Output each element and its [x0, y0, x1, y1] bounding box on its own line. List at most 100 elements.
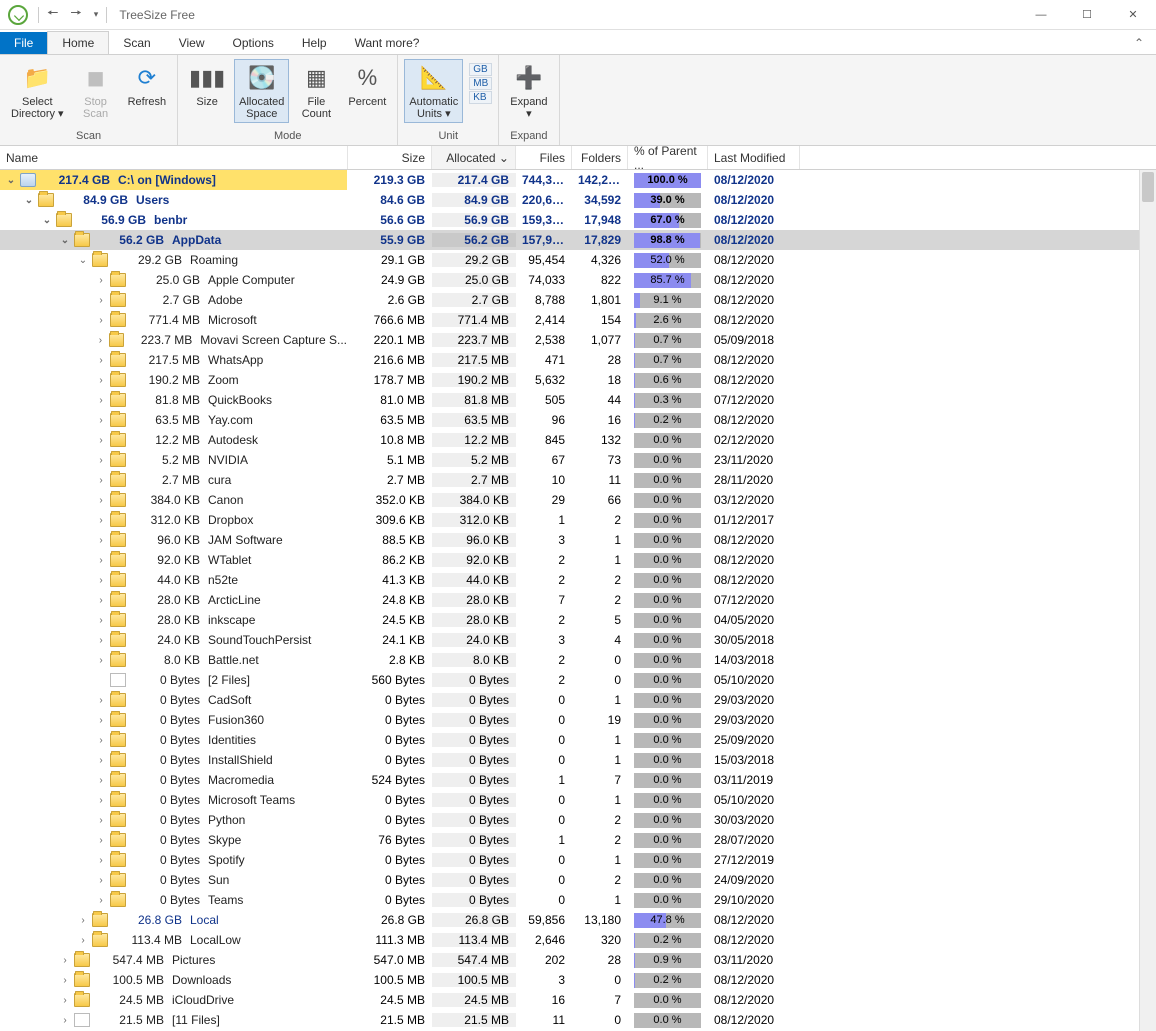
expand-icon[interactable]: ›: [94, 415, 108, 426]
tab-file[interactable]: File: [0, 32, 47, 54]
tree-row[interactable]: ›0 BytesMacromedia524 Bytes0 Bytes170.0 …: [0, 770, 1156, 790]
back-icon[interactable]: 🠔: [43, 4, 62, 26]
tree-row[interactable]: ›2.7 GBAdobe2.6 GB2.7 GB8,7881,8019.1 %0…: [0, 290, 1156, 310]
expand-icon[interactable]: ›: [94, 695, 108, 706]
tree-row[interactable]: ›0 BytesPython0 Bytes0 Bytes020.0 %30/03…: [0, 810, 1156, 830]
close-button[interactable]: ✕: [1110, 0, 1156, 30]
col-modified[interactable]: Last Modified: [708, 146, 800, 169]
expand-icon[interactable]: ›: [94, 455, 108, 466]
unit-mb-button[interactable]: MB: [469, 77, 492, 90]
tree-row[interactable]: ›81.8 MBQuickBooks81.0 MB81.8 MB505440.3…: [0, 390, 1156, 410]
col-allocated[interactable]: Allocated ⌄: [432, 146, 516, 169]
tree-row[interactable]: ⌄217.4 GBC:\ on [Windows]219.3 GB217.4 G…: [0, 170, 1156, 190]
expand-icon[interactable]: ›: [94, 875, 108, 886]
minimize-button[interactable]: —: [1018, 0, 1064, 30]
tree-row[interactable]: ›96.0 KBJAM Software88.5 KB96.0 KB310.0 …: [0, 530, 1156, 550]
maximize-button[interactable]: ☐: [1064, 0, 1110, 30]
tree-row[interactable]: ›190.2 MBZoom178.7 MB190.2 MB5,632180.6 …: [0, 370, 1156, 390]
expand-icon[interactable]: ›: [94, 895, 108, 906]
expand-icon[interactable]: ›: [94, 515, 108, 526]
expand-icon[interactable]: ›: [94, 315, 108, 326]
col-files[interactable]: Files: [516, 146, 572, 169]
vertical-scrollbar[interactable]: [1139, 170, 1156, 1031]
expand-icon[interactable]: ›: [58, 975, 72, 986]
expand-icon[interactable]: ›: [94, 815, 108, 826]
tree-row[interactable]: ›26.8 GBLocal26.8 GB26.8 GB59,85613,1804…: [0, 910, 1156, 930]
select-directory-button[interactable]: 📁Select Directory ▾: [6, 59, 69, 123]
tree-row[interactable]: ›28.0 KBinkscape24.5 KB28.0 KB250.0 %04/…: [0, 610, 1156, 630]
qat-dropdown-icon[interactable]: ▾: [90, 9, 103, 20]
expand-icon[interactable]: ›: [58, 1015, 72, 1026]
tab-scan[interactable]: Scan: [109, 32, 164, 54]
tab-want-more-[interactable]: Want more?: [341, 32, 434, 54]
expand-icon[interactable]: ›: [94, 715, 108, 726]
col-size[interactable]: Size: [348, 146, 432, 169]
tree-row[interactable]: ›0 BytesCadSoft0 Bytes0 Bytes010.0 %29/0…: [0, 690, 1156, 710]
expand-icon[interactable]: ›: [94, 375, 108, 386]
collapse-icon[interactable]: ⌄: [4, 175, 18, 186]
expand-icon[interactable]: ›: [58, 995, 72, 1006]
file-count-button[interactable]: ▦File Count: [293, 59, 339, 123]
tree-row[interactable]: ·0 Bytes[2 Files]560 Bytes0 Bytes200.0 %…: [0, 670, 1156, 690]
tree-row[interactable]: ›44.0 KBn52te41.3 KB44.0 KB220.0 %08/12/…: [0, 570, 1156, 590]
collapse-icon[interactable]: ⌄: [22, 195, 36, 206]
tree-row[interactable]: ›771.4 MBMicrosoft766.6 MB771.4 MB2,4141…: [0, 310, 1156, 330]
collapse-ribbon-icon[interactable]: ⌃: [1122, 32, 1156, 54]
tree-row[interactable]: ›5.2 MBNVIDIA5.1 MB5.2 MB67730.0 %23/11/…: [0, 450, 1156, 470]
tree-row[interactable]: ›0 BytesTeams0 Bytes0 Bytes010.0 %29/10/…: [0, 890, 1156, 910]
tree-row[interactable]: ›2.7 MBcura2.7 MB2.7 MB10110.0 %28/11/20…: [0, 470, 1156, 490]
tree-row[interactable]: ›8.0 KBBattle.net2.8 KB8.0 KB200.0 %14/0…: [0, 650, 1156, 670]
tree-row[interactable]: ⌄29.2 GBRoaming29.1 GB29.2 GB95,4544,326…: [0, 250, 1156, 270]
expand-icon[interactable]: ›: [94, 475, 108, 486]
expand-icon[interactable]: ›: [94, 295, 108, 306]
tree-row[interactable]: ›92.0 KBWTablet86.2 KB92.0 KB210.0 %08/1…: [0, 550, 1156, 570]
tree-row[interactable]: ›24.0 KBSoundTouchPersist24.1 KB24.0 KB3…: [0, 630, 1156, 650]
tab-help[interactable]: Help: [288, 32, 341, 54]
tree-row[interactable]: ›100.5 MBDownloads100.5 MB100.5 MB300.2 …: [0, 970, 1156, 990]
tab-home[interactable]: Home: [47, 31, 109, 54]
col-folders[interactable]: Folders: [572, 146, 628, 169]
expand-button[interactable]: ➕Expand ▾: [505, 59, 552, 123]
expand-icon[interactable]: ›: [94, 335, 107, 346]
collapse-icon[interactable]: ⌄: [76, 255, 90, 266]
tree-row[interactable]: ›12.2 MBAutodesk10.8 MB12.2 MB8451320.0 …: [0, 430, 1156, 450]
collapse-icon[interactable]: ⌄: [40, 215, 54, 226]
expand-icon[interactable]: ›: [94, 795, 108, 806]
expand-icon[interactable]: ›: [94, 575, 108, 586]
col-percent[interactable]: % of Parent ...: [628, 146, 708, 169]
refresh-button[interactable]: ⟳Refresh: [123, 59, 172, 111]
tree-row[interactable]: ›0 BytesMicrosoft Teams0 Bytes0 Bytes010…: [0, 790, 1156, 810]
expand-icon[interactable]: ›: [94, 595, 108, 606]
tree-row[interactable]: ⌄56.2 GBAppData55.9 GB56.2 GB157,95617,8…: [0, 230, 1156, 250]
expand-icon[interactable]: ›: [94, 635, 108, 646]
tree-row[interactable]: ›0 BytesInstallShield0 Bytes0 Bytes010.0…: [0, 750, 1156, 770]
tree-row[interactable]: ›24.5 MBiCloudDrive24.5 MB24.5 MB1670.0 …: [0, 990, 1156, 1010]
tree-row[interactable]: ›384.0 KBCanon352.0 KB384.0 KB29660.0 %0…: [0, 490, 1156, 510]
automatic-units-button[interactable]: 📐Automatic Units ▾: [404, 59, 463, 123]
col-name[interactable]: Name: [0, 146, 348, 169]
tree-row[interactable]: ›312.0 KBDropbox309.6 KB312.0 KB120.0 %0…: [0, 510, 1156, 530]
expand-icon[interactable]: ›: [94, 355, 108, 366]
expand-icon[interactable]: ›: [94, 495, 108, 506]
expand-icon[interactable]: ›: [94, 655, 108, 666]
tab-view[interactable]: View: [165, 32, 219, 54]
unit-kb-button[interactable]: KB: [469, 91, 492, 104]
tree-row[interactable]: ›0 BytesSpotify0 Bytes0 Bytes010.0 %27/1…: [0, 850, 1156, 870]
tree-row[interactable]: ›547.4 MBPictures547.0 MB547.4 MB202280.…: [0, 950, 1156, 970]
tree-row[interactable]: ›0 BytesSun0 Bytes0 Bytes020.0 %24/09/20…: [0, 870, 1156, 890]
forward-icon[interactable]: 🠖: [66, 4, 85, 26]
expand-icon[interactable]: ›: [76, 935, 90, 946]
tree-row[interactable]: ›217.5 MBWhatsApp216.6 MB217.5 MB471280.…: [0, 350, 1156, 370]
tree-row[interactable]: ›113.4 MBLocalLow111.3 MB113.4 MB2,64632…: [0, 930, 1156, 950]
expand-icon[interactable]: ›: [94, 835, 108, 846]
expand-icon[interactable]: ›: [94, 535, 108, 546]
tree-row[interactable]: ›63.5 MBYay.com63.5 MB63.5 MB96160.2 %08…: [0, 410, 1156, 430]
allocated-space-button[interactable]: 💽Allocated Space: [234, 59, 289, 123]
expand-icon[interactable]: ›: [94, 555, 108, 566]
collapse-icon[interactable]: ⌄: [58, 235, 72, 246]
tree-row[interactable]: ›0 BytesFusion3600 Bytes0 Bytes0190.0 %2…: [0, 710, 1156, 730]
expand-icon[interactable]: ›: [58, 955, 72, 966]
percent-button[interactable]: %Percent: [343, 59, 391, 111]
expand-icon[interactable]: ›: [94, 435, 108, 446]
size-button[interactable]: ▮▮▮Size: [184, 59, 230, 111]
